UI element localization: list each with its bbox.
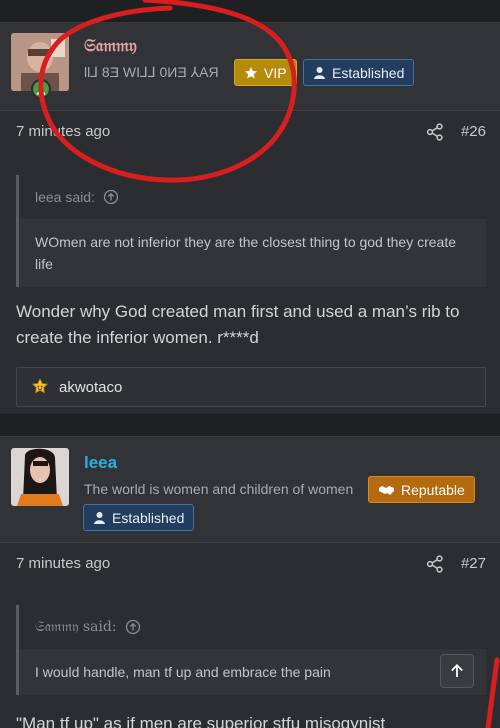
post-time[interactable]: 7 minutes ago: [16, 123, 110, 140]
quote-author[interactable]: leea said:: [35, 189, 95, 205]
vip-badge[interactable]: VIP: [234, 59, 297, 86]
post-26: 𝔖𝔞𝔪𝔪𝔶 ƖƖ⅃ 8Ǝ WI⅃⅃ 0ИƎ ⅄AЯ VIP Establishe…: [0, 22, 500, 414]
username[interactable]: 𝔖𝔞𝔪𝔪𝔶: [84, 36, 137, 56]
quote-block: 𝔖𝔞𝔪𝔪𝔶 said: I would handle, man tf up an…: [16, 605, 486, 695]
vip-badge-label: VIP: [264, 64, 287, 81]
user-icon: [94, 512, 105, 524]
established-badge-label: Established: [332, 64, 405, 81]
username[interactable]: leea: [84, 453, 117, 473]
post-body: "Man tf up" as if men are superior stfu …: [16, 714, 386, 728]
quote-header[interactable]: leea said:: [19, 175, 486, 219]
star-icon: [245, 66, 257, 78]
quote-text: I would handle, man tf up and embrace th…: [35, 664, 331, 680]
arrow-circle-up-icon[interactable]: [103, 189, 119, 205]
reaction-users[interactable]: akwotaco: [59, 379, 122, 396]
quote-text: WOmen are not inferior they are the clos…: [35, 234, 456, 272]
user-title: ƖƖ⅃ 8Ǝ WI⅃⅃ 0ИƎ ⅄AЯ: [84, 64, 219, 80]
user-title: The world is women and children of women: [84, 481, 354, 497]
arrow-up-icon: [451, 664, 463, 677]
post-26-user-header: 𝔖𝔞𝔪𝔪𝔶 ƖƖ⅃ 8Ǝ WI⅃⅃ 0ИƎ ⅄AЯ VIP Establishe…: [0, 23, 500, 111]
handshake-icon: [379, 485, 394, 495]
quote-author[interactable]: 𝔖𝔞𝔪𝔪𝔶 said:: [35, 619, 117, 635]
established-badge[interactable]: Established: [83, 504, 195, 531]
established-badge-label: Established: [112, 509, 185, 526]
user-icon: [314, 67, 325, 79]
scroll-to-top-button[interactable]: [440, 654, 474, 688]
share-icon[interactable]: [426, 555, 444, 573]
reactions-bar[interactable]: akwotaco: [16, 367, 486, 407]
share-icon[interactable]: [426, 123, 444, 141]
reputable-badge[interactable]: Reputable: [368, 476, 475, 503]
post-number[interactable]: #26: [461, 123, 486, 140]
quote-header[interactable]: 𝔖𝔞𝔪𝔪𝔶 said:: [19, 605, 486, 649]
reputable-badge-label: Reputable: [401, 481, 465, 498]
post-27-meta: 7 minutes ago #27: [0, 543, 500, 587]
avatar[interactable]: [11, 448, 69, 506]
post-26-meta: 7 minutes ago #26: [0, 111, 500, 155]
page-top-strip: [0, 0, 500, 22]
reaction-emoji-icon: [31, 378, 49, 394]
established-badge[interactable]: Established: [303, 59, 415, 86]
post-body: Wonder why God created man first and use…: [16, 302, 460, 347]
quote-block: leea said: WOmen are not inferior they a…: [16, 175, 486, 287]
online-status-icon: [31, 79, 51, 99]
arrow-circle-up-icon[interactable]: [125, 619, 141, 635]
post-27: leea The world is women and children of …: [0, 436, 500, 728]
avatar-image: [11, 448, 69, 506]
post-time[interactable]: 7 minutes ago: [16, 555, 110, 572]
post-number[interactable]: #27: [461, 555, 486, 572]
post-27-user-header: leea The world is women and children of …: [0, 437, 500, 543]
